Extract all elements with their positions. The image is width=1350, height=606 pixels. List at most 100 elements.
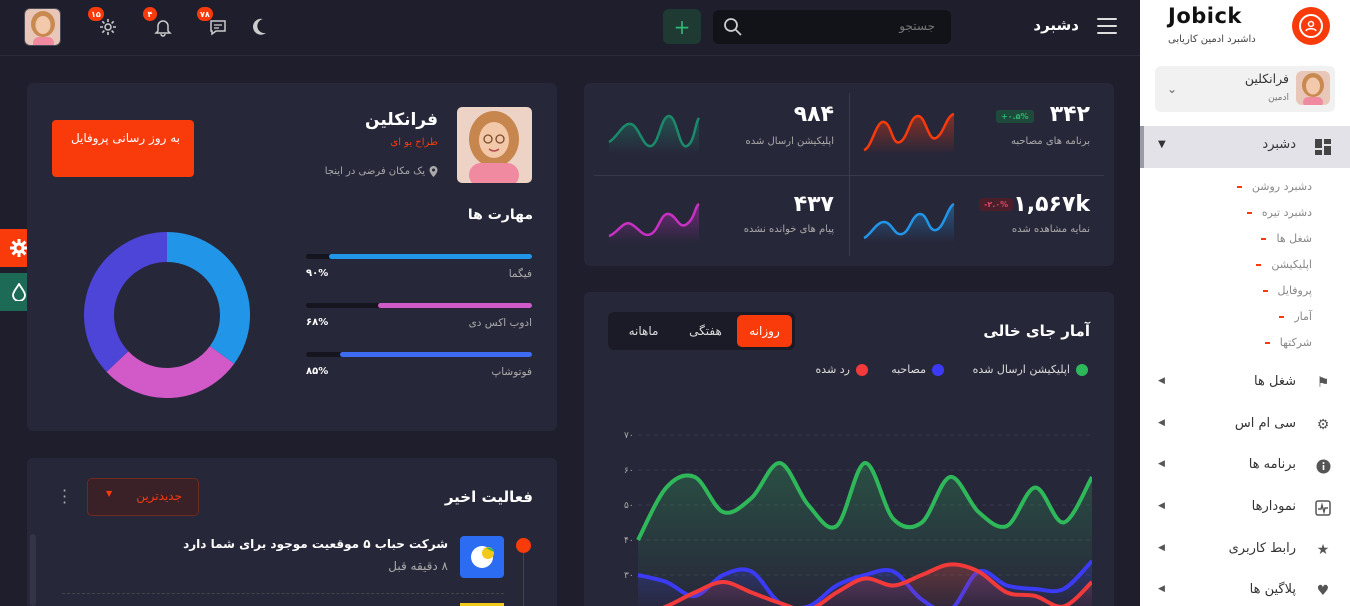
tab-monthly[interactable]: ماهانه: [616, 312, 671, 350]
sidebar-user-avatar: [1296, 71, 1330, 105]
dash-icon: [1256, 263, 1262, 266]
activity-title: فعالیت اخیر: [444, 488, 533, 506]
period-tabs: روزانه هفتگی ماهانه: [608, 312, 795, 350]
search-placeholder: جستجو: [899, 19, 935, 33]
search-icon[interactable]: [723, 17, 743, 37]
sidebar-item-label: برنامه ها: [1248, 457, 1296, 472]
legend-item-interviews[interactable]: مصاحبه: [891, 363, 944, 376]
profile-role: طراح یو ای: [390, 137, 438, 148]
sidebar-item-jobs[interactable]: ⚑ شغل ها ◀: [1140, 363, 1350, 403]
submenu-item[interactable]: آمار: [1279, 310, 1312, 323]
stat-profile-views-label: نمایه مشاهده شده: [1011, 224, 1090, 235]
skill-label: ادوب اکس دی: [468, 317, 532, 329]
legend-dot-icon: [1076, 363, 1088, 376]
y-tick-label: ۴۰: [624, 536, 634, 546]
legend-item-applications[interactable]: اپلیکیشن ارسال شده: [973, 363, 1088, 376]
donut-slice: [166, 232, 250, 364]
y-tick-label: ۵۰: [624, 501, 634, 511]
sidebar-user-card[interactable]: فرانکلین ادمین ⌄: [1155, 66, 1335, 112]
stat-unread-label: پیام های خوانده نشده: [743, 224, 834, 235]
skill-progress-bar: [306, 352, 532, 357]
active-indicator: [1140, 126, 1144, 168]
tab-daily[interactable]: روزانه: [737, 315, 792, 347]
skill-percent: ۹۰%: [306, 268, 329, 279]
moon-icon[interactable]: [250, 17, 270, 37]
skill-percent: ۶۸%: [306, 317, 329, 328]
timeline-line: [523, 545, 524, 606]
submenu-item[interactable]: دشبرد روشن: [1236, 180, 1312, 193]
caret-down-icon: ▼: [1158, 139, 1166, 150]
legend-label: اپلیکیشن ارسال شده: [972, 363, 1070, 376]
brand-name: Jobick: [1168, 4, 1242, 28]
sparkline-interviews: [863, 112, 955, 154]
briefcase-icon: ⚑: [1316, 375, 1330, 391]
chevron-down-icon[interactable]: ⌄: [1167, 82, 1177, 96]
scrollbar[interactable]: [30, 534, 36, 606]
activity-divider: [62, 593, 504, 594]
gear-icon: ⚙: [1316, 417, 1330, 433]
heart-icon: ♥: [1316, 583, 1330, 599]
gear-icon[interactable]: [98, 17, 118, 37]
tab-weekly[interactable]: هفتگی: [678, 312, 733, 350]
stat-profile-views-value: ۱,۵۶۷k: [1013, 192, 1090, 217]
user-avatar[interactable]: [24, 8, 61, 46]
dash-icon: [1261, 237, 1267, 240]
sidebar-item-label: سی ام اس: [1234, 416, 1296, 431]
menu-toggle-icon[interactable]: [1097, 18, 1117, 34]
skill-progress-bar: [306, 303, 532, 308]
submenu-label: دشبرد تیره: [1261, 206, 1312, 219]
sidebar-item-label: دشبرد: [1262, 137, 1296, 152]
more-options-icon[interactable]: · · ·: [62, 483, 67, 511]
stat-profile-views-change: -۲.۰%: [979, 198, 1014, 211]
location-pin-icon: [429, 166, 438, 177]
caret-left-icon: ◀: [1158, 459, 1165, 469]
submenu-item[interactable]: شغل ها: [1261, 232, 1312, 245]
submenu-label: شغل ها: [1276, 232, 1312, 245]
submenu-item[interactable]: شرکتها: [1264, 336, 1312, 349]
brand-logo-icon[interactable]: [1292, 7, 1330, 45]
sidebar-item-cms[interactable]: ⚙ سی ام اس ◀: [1140, 405, 1350, 445]
sidebar: Jobick داشبرد ادمین کاریابی فرانکلین ادم…: [1140, 0, 1350, 606]
bell-icon[interactable]: [153, 17, 173, 37]
activity-item-time: ۸ دقیقه قبل: [388, 559, 448, 573]
submenu-item[interactable]: پروفایل: [1262, 284, 1312, 297]
dash-icon: [1262, 289, 1268, 292]
profile-location: یک مکان فرضی در اینجا: [325, 166, 438, 177]
messages-badge: ۷۸: [197, 7, 213, 21]
sidebar-item-plugins[interactable]: ♥ پلاگین ها ◀: [1140, 571, 1350, 606]
y-tick-label: ۶۰: [624, 466, 634, 476]
submenu-item[interactable]: دشبرد تیره: [1246, 206, 1312, 219]
update-profile-button[interactable]: به روز رسانی پروفایل: [52, 120, 194, 177]
profile-name: فرانکلین: [365, 110, 438, 130]
sidebar-item-ui[interactable]: ★ رابط کاربری ◀: [1140, 530, 1350, 570]
skills-donut-chart: [84, 232, 250, 398]
activity-filter-label: جدیدترین: [136, 489, 182, 503]
sidebar-item-dashboard[interactable]: دشبرد ▼: [1140, 126, 1350, 168]
chat-icon[interactable]: [208, 17, 228, 37]
search-input[interactable]: جستجو: [713, 10, 951, 44]
caret-left-icon: ◀: [1158, 543, 1165, 553]
star-icon: ★: [1316, 542, 1330, 558]
submenu-label: آمار: [1294, 310, 1312, 323]
add-button[interactable]: +: [663, 9, 701, 44]
sidebar-item-charts[interactable]: نمودارها ◀: [1140, 488, 1350, 528]
caret-left-icon: ◀: [1158, 501, 1165, 511]
sidebar-item-label: نمودارها: [1251, 499, 1296, 514]
skill-progress-fill: [378, 303, 532, 308]
skill-progress-bar: [306, 254, 532, 259]
caret-left-icon: ◀: [1158, 418, 1165, 428]
y-tick-label: ۷۰: [624, 431, 634, 441]
pulse-icon: [1315, 500, 1331, 516]
skill-progress-fill: [339, 352, 532, 357]
submenu-item[interactable]: اپلیکیشن: [1256, 258, 1312, 271]
sidebar-user-role: ادمین: [1268, 93, 1289, 103]
submenu-label: شرکتها: [1279, 336, 1312, 349]
skill-percent: ۸۵%: [306, 366, 329, 377]
legend-item-rejected[interactable]: رد شده: [816, 363, 868, 376]
legend-dot-icon: [932, 363, 944, 376]
sidebar-item-apps[interactable]: برنامه ها ◀: [1140, 446, 1350, 486]
activity-item-title[interactable]: شرکت حباب ۵ موقعیت موجود برای شما دارد: [183, 537, 448, 551]
page-title: دشبرد: [1033, 16, 1079, 34]
donut-slice: [106, 345, 235, 398]
activity-filter-dropdown[interactable]: جدیدترین ▼: [87, 478, 199, 516]
